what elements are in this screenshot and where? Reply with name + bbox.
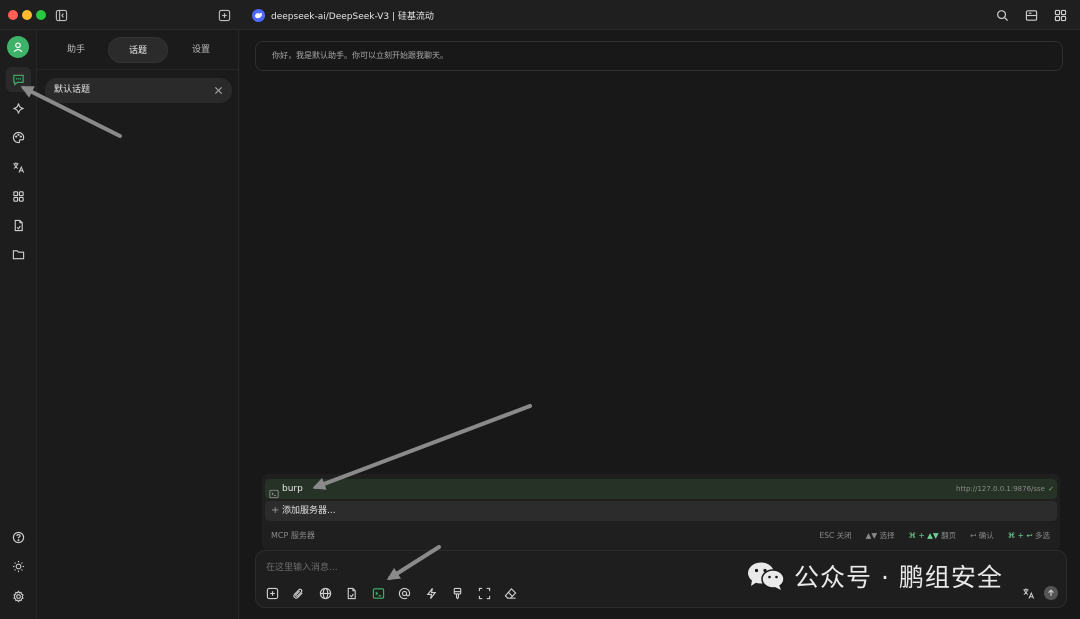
rail-chat-button[interactable] — [6, 67, 31, 92]
terminal-icon — [372, 587, 384, 599]
user-avatar[interactable] — [7, 36, 29, 58]
close-window-button[interactable] — [8, 10, 18, 20]
navigation-rail — [0, 30, 37, 619]
brush-icon — [453, 587, 461, 599]
clear-context-button[interactable] — [449, 585, 465, 601]
deepseek-logo-icon — [252, 8, 265, 22]
add-topic-icon — [266, 587, 278, 599]
chat-area: 你好，我是默认助手。你可以立刻开始跟我聊天。 burp http://127.0… — [240, 30, 1080, 619]
watermark-text: 公众号 · 鹏组安全 — [794, 563, 1003, 592]
palette-icon — [12, 131, 25, 144]
mention-button[interactable] — [396, 585, 412, 601]
minimize-window-button[interactable] — [22, 10, 32, 20]
rail-files-button[interactable] — [6, 213, 31, 238]
rail-agents-button[interactable] — [6, 96, 31, 121]
sidebar-tabs: 助手 话题 设置 — [37, 37, 239, 63]
quick-phrase-button[interactable] — [423, 585, 439, 601]
wechat-logo-icon — [748, 562, 785, 590]
rail-paint-button[interactable] — [6, 125, 31, 150]
topic-label: 默认话题 — [54, 85, 91, 95]
maximize-window-button[interactable] — [36, 10, 46, 20]
apps-grid-icon[interactable] — [1052, 7, 1068, 23]
add-server-button[interactable]: + 添加服务器... — [265, 501, 1057, 521]
mcp-server-button[interactable] — [370, 585, 386, 601]
web-search-button[interactable] — [317, 585, 333, 601]
hint-close: ESC 关闭 — [819, 531, 852, 540]
tab-topics[interactable]: 话题 — [108, 37, 168, 63]
hint-select: ▲▼ 选择 — [865, 531, 895, 540]
new-topic-button[interactable] — [264, 585, 280, 601]
rail-theme-button[interactable] — [6, 554, 31, 579]
tab-settings[interactable]: 设置 — [180, 37, 222, 63]
rail-translate-button[interactable] — [6, 155, 31, 180]
knowledge-base-button[interactable] — [343, 585, 359, 601]
file-check-icon — [347, 587, 356, 599]
new-topic-icon[interactable] — [216, 7, 232, 23]
file-icon — [14, 219, 23, 232]
folder-icon — [12, 250, 25, 260]
window-title: deepseek-ai/DeepSeek-V3 | 硅基流动 — [252, 7, 434, 23]
globe-icon — [319, 587, 331, 599]
help-icon — [12, 531, 25, 544]
mcp-server-item[interactable]: burp http://127.0.0.1:9876/sse ✓ — [265, 479, 1057, 499]
toggle-sidebar-icon[interactable] — [53, 7, 69, 23]
expand-input-button[interactable] — [476, 585, 492, 601]
plus-icon: + — [271, 505, 280, 516]
search-icon[interactable] — [994, 7, 1010, 23]
gear-icon — [13, 590, 24, 603]
clear-messages-button[interactable] — [502, 585, 518, 601]
topic-sidebar: 助手 话题 设置 默认话题 — [37, 30, 239, 619]
grid-icon — [13, 191, 24, 202]
sparkle-icon — [13, 103, 24, 114]
tabs-divider — [37, 69, 239, 70]
mcp-server-popup: burp http://127.0.0.1:9876/sse ✓ + 添加服务器… — [262, 474, 1060, 550]
check-icon: ✓ — [1048, 485, 1054, 493]
eraser-icon — [504, 587, 516, 599]
rail-folder-button[interactable] — [6, 242, 31, 267]
keyboard-hints: ESC 关闭 ▲▼ 选择 ⌘ + ▲▼ 翻页 ↩ 确认 ⌘ + ↩ 多选 — [820, 530, 1050, 541]
add-server-label: 添加服务器... — [282, 506, 336, 516]
translate-icon — [1022, 587, 1034, 599]
arrow-up-icon — [1048, 589, 1054, 596]
hint-confirm: ↩ 确认 — [970, 531, 994, 540]
message-input[interactable]: 在这里输入消息... — [266, 560, 338, 573]
topic-item-default[interactable]: 默认话题 — [45, 78, 232, 103]
mcp-server-name: burp — [282, 484, 303, 494]
rail-help-button[interactable] — [6, 525, 31, 550]
sun-icon — [12, 560, 25, 573]
title-bar: deepseek-ai/DeepSeek-V3 | 硅基流动 — [0, 0, 1080, 30]
mcp-server-url: http://127.0.0.1:9876/sse — [956, 485, 1045, 493]
at-sign-icon — [398, 587, 410, 599]
translate-icon — [13, 162, 25, 173]
close-icon[interactable] — [214, 78, 223, 103]
translate-input-button[interactable] — [1020, 585, 1036, 601]
hint-page: ⌘ + ▲▼ 翻页 — [908, 531, 957, 540]
attach-button[interactable] — [290, 585, 306, 601]
watermark: 公众号 · 鹏组安全 — [746, 560, 1003, 592]
mcp-footer-label: MCP 服务器 — [271, 531, 315, 540]
assistant-greeting: 你好，我是默认助手。你可以立刻开始跟我聊天。 — [255, 41, 1063, 71]
send-button[interactable] — [1044, 586, 1058, 600]
rail-settings-button[interactable] — [6, 584, 31, 609]
chat-icon — [13, 74, 24, 86]
fullscreen-icon — [478, 587, 490, 599]
window-layout-icon[interactable] — [1023, 7, 1039, 23]
window-title-text: deepseek-ai/DeepSeek-V3 | 硅基流动 — [271, 11, 434, 22]
hint-multiselect: ⌘ + ↩ 多选 — [1007, 531, 1050, 540]
lightning-icon — [426, 587, 436, 599]
tab-assistants[interactable]: 助手 — [55, 37, 97, 63]
paperclip-icon — [292, 588, 303, 599]
rail-apps-button[interactable] — [6, 184, 31, 209]
